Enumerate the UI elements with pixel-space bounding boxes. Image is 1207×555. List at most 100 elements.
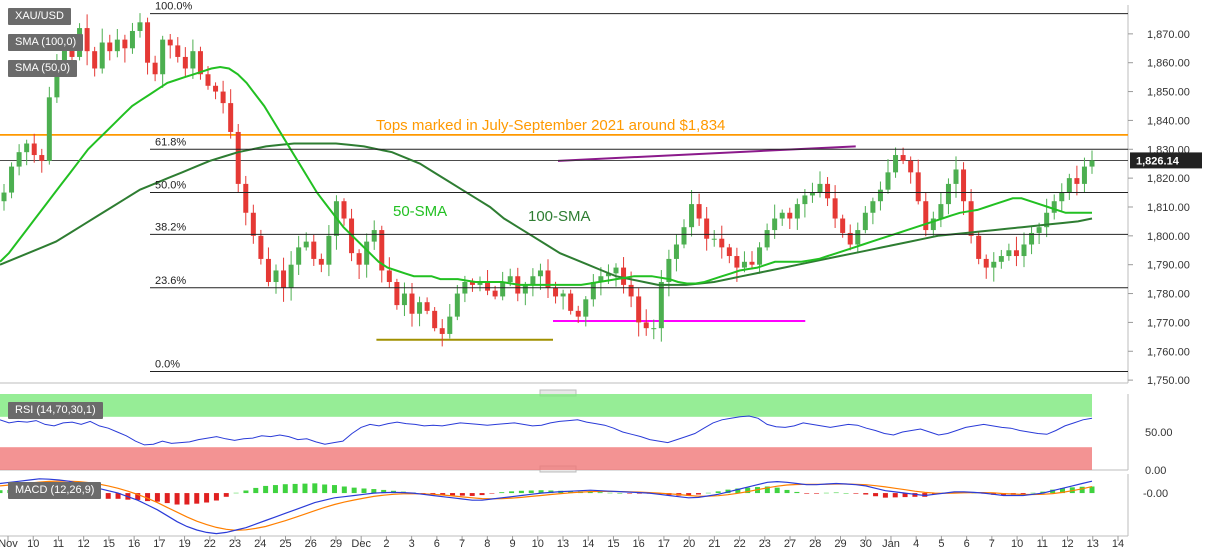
- candle-body: [432, 310, 438, 329]
- candle-body: [560, 293, 566, 297]
- date-tick-label: 12: [78, 538, 90, 550]
- date-tick-label: 14: [1112, 538, 1124, 550]
- candle-body: [968, 201, 974, 236]
- candle-body: [296, 247, 302, 265]
- candle-body: [998, 256, 1004, 262]
- candle-body: [258, 235, 264, 259]
- candle-body: [401, 293, 407, 306]
- date-tick-label: 17: [153, 538, 165, 550]
- date-tick-label: Jan: [882, 538, 900, 550]
- macd-histogram-bar: [469, 493, 475, 496]
- candle-body: [991, 261, 997, 268]
- candle-body: [129, 30, 135, 49]
- candle-body: [439, 328, 445, 334]
- candle-body: [326, 235, 332, 265]
- price-tick-label: 1,780.00: [1147, 289, 1190, 301]
- date-tick-label: 10: [1011, 538, 1023, 550]
- sma50-label: SMA (50,0): [8, 60, 78, 77]
- candle-body: [235, 131, 241, 184]
- macd-histogram-bar: [705, 492, 711, 494]
- candle-body: [537, 270, 543, 277]
- macd-histogram-bar: [794, 491, 800, 494]
- candle-body: [530, 276, 536, 285]
- candle-body: [636, 296, 642, 323]
- candle-body: [832, 198, 838, 219]
- date-tick-label: 13: [557, 538, 569, 550]
- candle-body: [1013, 250, 1019, 257]
- candle-body: [757, 247, 763, 265]
- candle-body: [84, 28, 90, 52]
- candle-body: [265, 258, 271, 283]
- macd-histogram-bar: [233, 492, 239, 494]
- candle-body: [908, 160, 914, 173]
- candle-body: [1081, 166, 1087, 184]
- candle-body: [160, 39, 166, 75]
- macd-tick-label: -0.00: [1143, 488, 1168, 500]
- date-tick-label: 11: [1037, 538, 1048, 550]
- date-tick-label: 23: [229, 538, 241, 550]
- candle-body: [182, 56, 188, 69]
- macd-histogram-bar: [518, 490, 524, 494]
- candle-body: [696, 204, 702, 219]
- symbol-label: XAU/USD: [8, 8, 71, 25]
- macd-histogram-bar: [843, 493, 849, 494]
- macd-histogram-bar: [607, 492, 613, 494]
- macd-histogram-bar: [194, 493, 200, 504]
- candle-body: [711, 238, 717, 240]
- candle-body: [1059, 192, 1065, 202]
- macd-histogram-bar: [774, 487, 780, 494]
- rsi-oversold-zone: [0, 447, 1092, 470]
- candle-body: [1021, 244, 1027, 257]
- candle-body: [825, 183, 831, 199]
- macd-histogram-bar: [814, 493, 820, 494]
- macd-histogram-bar: [489, 493, 495, 494]
- macd-histogram-bar: [282, 484, 288, 494]
- macd-histogram-bar: [1079, 486, 1085, 494]
- date-tick-label: 17: [658, 538, 670, 550]
- candle-body: [364, 241, 370, 265]
- date-tick-label: 9: [509, 538, 515, 550]
- macd-histogram-bar: [105, 493, 111, 499]
- candle-body: [107, 42, 113, 52]
- macd-histogram-bar: [1030, 492, 1036, 494]
- candle-body: [1006, 250, 1012, 257]
- date-tick-label: Nov: [0, 538, 18, 550]
- candle-body: [167, 39, 173, 46]
- date-tick-label: 15: [607, 538, 619, 550]
- price-tick-label: 1,800.00: [1147, 231, 1190, 243]
- candle-body: [817, 183, 823, 193]
- date-tick-label: 10: [532, 538, 544, 550]
- macd-histogram-bar: [499, 492, 505, 494]
- date-tick-label: Dec: [351, 538, 371, 550]
- date-tick-label: 11: [53, 538, 64, 550]
- candle-body: [485, 282, 491, 291]
- candle-body: [726, 247, 732, 257]
- candle-body: [122, 39, 128, 49]
- candle-body: [386, 270, 392, 283]
- date-tick-label: 29: [834, 538, 846, 550]
- macd-histogram-bar: [695, 493, 701, 495]
- macd-histogram-bar: [322, 484, 328, 494]
- candle-body: [983, 258, 989, 268]
- candle-body: [522, 284, 528, 294]
- date-tick-label: 7: [989, 538, 995, 550]
- candle-body: [1066, 178, 1072, 193]
- rsi-tick-label: 50.00: [1145, 427, 1173, 439]
- candle-body: [689, 204, 695, 228]
- candle-body: [9, 166, 15, 193]
- candle-body: [303, 241, 309, 248]
- candle-body: [590, 282, 596, 300]
- macd-histogram-bar: [184, 493, 190, 505]
- macd-histogram-bar: [784, 489, 790, 494]
- candle-body: [893, 155, 899, 173]
- candle-body: [356, 253, 362, 265]
- price-tick-label: 1,850.00: [1147, 87, 1190, 99]
- candle-body: [953, 169, 959, 184]
- price-tick-label: 1,820.00: [1147, 173, 1190, 185]
- rsi-overbought-zone: [0, 394, 1092, 417]
- candle-body: [1089, 160, 1095, 167]
- macd-histogram-bar: [351, 487, 357, 494]
- candle-body: [794, 204, 800, 219]
- candle-body: [643, 322, 649, 329]
- candle-body: [318, 258, 324, 265]
